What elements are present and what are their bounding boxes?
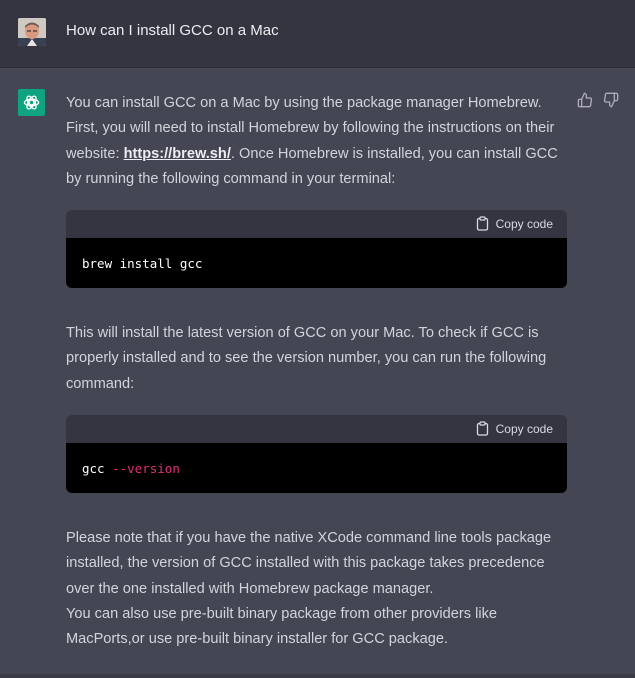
code-body: gcc --version [66,443,567,493]
code-block-2: Copy code gcc --version [66,415,567,493]
answer-paragraph-2: This will install the latest version of … [66,325,547,392]
code-block-1: Copy code brew install gcc [66,210,567,288]
code-header: Copy code [66,415,567,443]
bottom-divider [0,674,635,678]
copy-code-label: Copy code [495,216,553,231]
answer-paragraph-3: Please note that if you have the native … [66,526,571,652]
clipboard-icon [476,216,488,231]
user-message-row: How can I install GCC on a Mac [0,0,635,68]
thumbs-down-icon[interactable] [603,92,619,108]
user-question: How can I install GCC on a Mac [66,22,279,39]
code-header: Copy code [66,210,567,238]
code-flag: --version [112,461,180,476]
user-avatar [18,18,46,46]
chatgpt-logo-icon [18,89,45,116]
answer-text: You can also use pre-built binary packag… [66,605,498,648]
assistant-message-row: You can install GCC on a Mac by using th… [0,68,635,674]
code-body: brew install gcc [66,238,567,288]
copy-code-button[interactable]: Copy code [476,216,553,231]
thumbs-up-icon[interactable] [577,92,593,108]
copy-code-button[interactable]: Copy code [476,421,553,436]
clipboard-icon [476,421,488,436]
code-text: gcc --version [82,461,180,476]
copy-code-label: Copy code [495,421,553,436]
answer-paragraph-1: You can install GCC on a Mac by using th… [66,91,566,192]
code-text: brew install gcc [82,256,203,271]
code-command: gcc [82,461,113,476]
answer-text: Please note that if you have the native … [66,530,552,597]
homebrew-link[interactable]: https://brew.sh/ [124,146,231,162]
